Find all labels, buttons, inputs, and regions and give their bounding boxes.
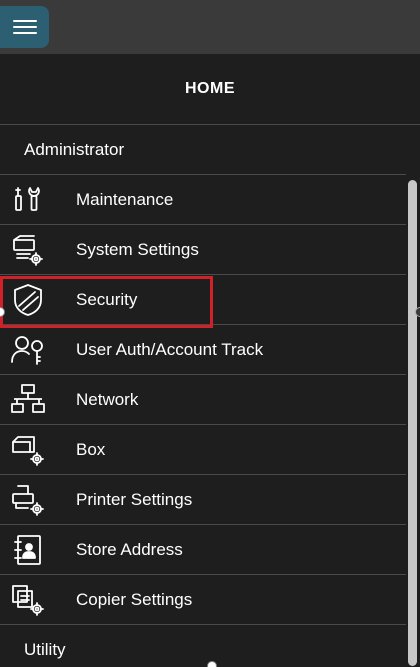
- system-settings-icon: [8, 230, 48, 270]
- menu-item-copier-settings[interactable]: Copier Settings: [0, 575, 406, 625]
- top-bar: [0, 0, 420, 54]
- menu-item-system-settings[interactable]: System Settings: [0, 225, 406, 275]
- menu-item-label: Box: [76, 439, 106, 459]
- menu-item-label: User Auth/Account Track: [76, 339, 264, 359]
- menu-item-label: Store Address: [76, 539, 183, 559]
- menu-item-label: System Settings: [76, 239, 199, 259]
- menu-item-label: Maintenance: [76, 189, 174, 209]
- home-header[interactable]: HOME: [0, 54, 420, 125]
- box-settings-icon: [8, 430, 48, 470]
- user-key-icon: [8, 330, 48, 370]
- copier-settings-icon: [8, 580, 48, 620]
- network-icon: [8, 380, 48, 420]
- menu-item-maintenance[interactable]: Maintenance: [0, 175, 406, 225]
- menu-item-network[interactable]: Network: [0, 375, 406, 425]
- shield-icon: [8, 280, 48, 320]
- resize-handle-bottom[interactable]: [207, 661, 217, 667]
- menu-item-label: Security: [76, 289, 138, 309]
- menu-item-security[interactable]: Security: [0, 275, 406, 328]
- printer-settings-icon: [8, 480, 48, 520]
- resize-handle-right[interactable]: [415, 307, 420, 317]
- menu-item-store-address[interactable]: Store Address: [0, 525, 406, 575]
- menu-list: Maintenance System Settings Security Use…: [0, 175, 406, 625]
- maintenance-tools-icon: [8, 180, 48, 220]
- hamburger-menu-button[interactable]: [0, 6, 49, 48]
- vertical-scrollbar[interactable]: [408, 180, 417, 666]
- menu-item-box[interactable]: Box: [0, 425, 406, 475]
- section-title-utility[interactable]: Utility: [0, 625, 406, 667]
- menu-item-user-auth[interactable]: User Auth/Account Track: [0, 325, 406, 375]
- menu-item-label: Printer Settings: [76, 489, 193, 509]
- section-title-administrator[interactable]: Administrator: [0, 125, 406, 175]
- address-book-icon: [8, 530, 48, 570]
- admin-menu-panel: HOME Administrator Maintenance System Se…: [0, 54, 420, 667]
- menu-item-printer-settings[interactable]: Printer Settings: [0, 475, 406, 525]
- menu-item-label: Copier Settings: [76, 589, 193, 609]
- menu-item-label: Network: [76, 389, 139, 409]
- hamburger-menu-icon: [12, 18, 37, 36]
